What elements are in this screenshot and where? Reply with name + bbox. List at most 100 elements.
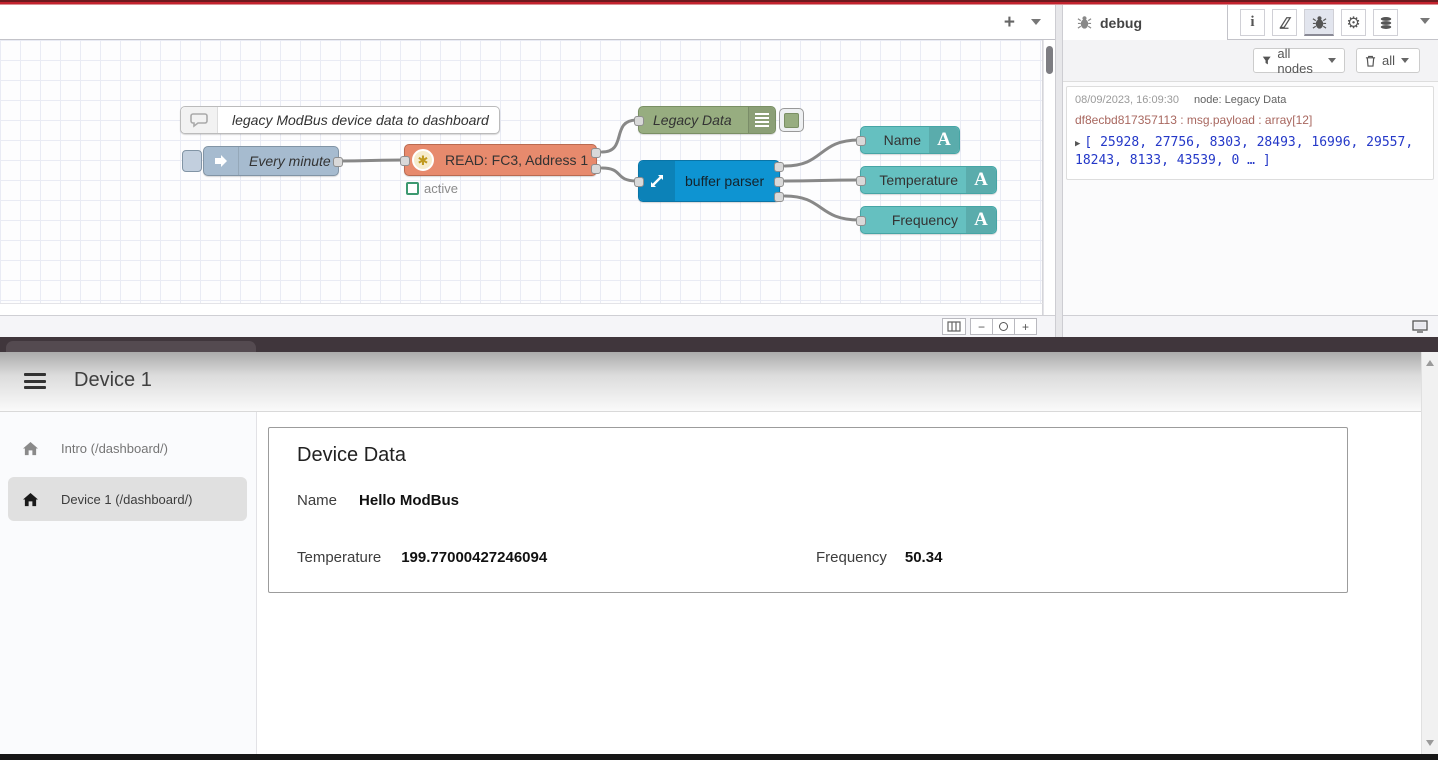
tab-debug[interactable]: debug <box>1063 5 1228 40</box>
buffer-input-port[interactable] <box>634 177 644 187</box>
ui-input-port[interactable] <box>856 176 866 186</box>
buffer-output-port-2[interactable] <box>774 177 784 187</box>
ui-text-node-temperature[interactable]: Temperature A <box>860 166 997 194</box>
scroll-down-arrow[interactable] <box>1426 740 1434 746</box>
modbus-output-port-2[interactable] <box>591 164 601 174</box>
wire[interactable] <box>602 120 637 152</box>
ui-input-port[interactable] <box>856 136 866 146</box>
add-flow-button[interactable]: + <box>1004 13 1015 32</box>
flow-canvas[interactable]: legacy ModBus device data to dashboard E… <box>0 40 1043 303</box>
flow-tab-bar: + <box>0 5 1055 40</box>
wire[interactable] <box>785 140 859 166</box>
bottom-bar <box>0 754 1438 760</box>
home-icon <box>22 441 39 456</box>
minimap-button[interactable] <box>942 318 966 335</box>
tab-debug-label: debug <box>1100 15 1142 31</box>
bug-icon <box>1077 15 1092 30</box>
inject-button[interactable] <box>182 150 202 172</box>
dashboard-main: Device Data NameHello ModBus Temperature… <box>257 412 1421 754</box>
dashboard-nav: Intro (/dashboard/) Device 1 (/dashboard… <box>0 412 257 754</box>
filter-nodes-button[interactable]: all nodes <box>1253 48 1345 73</box>
help-tab-button[interactable] <box>1272 9 1297 36</box>
ui-input-port[interactable] <box>856 216 866 226</box>
comment-bubble-icon <box>181 107 218 133</box>
zoom-reset-button[interactable] <box>992 318 1015 335</box>
buffer-output-port-3[interactable] <box>774 192 784 202</box>
context-tab-button[interactable] <box>1373 9 1398 36</box>
wire[interactable] <box>785 196 859 220</box>
chevron-down-icon <box>1328 58 1336 63</box>
scroll-up-arrow[interactable] <box>1426 360 1434 366</box>
debug-tab-button[interactable] <box>1304 9 1334 36</box>
dashboard-scrollbar[interactable] <box>1421 352 1438 754</box>
buffer-parser-node[interactable]: buffer parser <box>638 160 780 202</box>
modbus-input-port[interactable] <box>400 156 410 166</box>
canvas-horizontal-scrollbar[interactable] <box>0 303 1043 315</box>
comment-node[interactable]: legacy ModBus device data to dashboard <box>180 106 500 134</box>
message-path: df8ecbd817357113 : msg.payload : array[1… <box>1075 113 1425 127</box>
debug-message-list: 08/09/2023, 16:09:30 node: Legacy Data d… <box>1063 82 1438 320</box>
debug-node-legacy-data[interactable]: Legacy Data <box>638 106 776 134</box>
ui-text-node-name[interactable]: Name A <box>860 126 960 154</box>
wire[interactable] <box>602 168 637 181</box>
debug-input-port[interactable] <box>634 116 644 126</box>
config-tab-button[interactable]: ⚙ <box>1341 9 1366 36</box>
nav-item-label: Device 1 (/dashboard/) <box>61 492 193 507</box>
expand-arrows-icon <box>639 161 675 201</box>
debug-footer <box>1063 315 1438 337</box>
canvas-vertical-scrollbar[interactable] <box>1043 40 1055 315</box>
dashboard-header: Device 1 <box>0 352 1438 412</box>
home-icon <box>22 492 39 507</box>
info-tab-button[interactable]: i <box>1240 9 1265 36</box>
device-data-card: Device Data NameHello ModBus Temperature… <box>268 427 1348 593</box>
filter-label: all nodes <box>1277 46 1322 76</box>
nav-item-device-1[interactable]: Device 1 (/dashboard/) <box>8 477 247 521</box>
inject-output-port[interactable] <box>333 157 343 167</box>
status-dot-icon <box>406 182 419 195</box>
debug-lines-icon <box>748 107 775 133</box>
ui-node-label: Name <box>861 132 921 148</box>
dashboard-title: Device 1 <box>74 369 152 392</box>
wire[interactable] <box>339 160 404 161</box>
modbus-read-node[interactable]: ✱ READ: FC3, Address 1 <box>404 144 597 176</box>
zoom-in-button[interactable]: + <box>1014 318 1037 335</box>
chevron-down-icon <box>1401 58 1409 63</box>
window-divider-band <box>0 337 1438 352</box>
buffer-output-port-1[interactable] <box>774 162 784 172</box>
debug-toggle-button[interactable] <box>779 108 804 132</box>
status-text: active <box>424 181 458 196</box>
panel-divider[interactable] <box>1055 5 1063 337</box>
modbus-output-port-1[interactable] <box>591 148 601 158</box>
inject-label: Every minute <box>249 153 331 169</box>
inject-arrow-icon <box>204 147 239 175</box>
debug-node-label: Legacy Data <box>653 112 748 128</box>
ui-text-node-frequency[interactable]: Frequency A <box>860 206 997 234</box>
expand-payload-toggle[interactable]: ▶ <box>1075 139 1080 149</box>
zoom-out-button[interactable]: − <box>970 318 993 335</box>
sidebar-menu-chevron-icon[interactable] <box>1420 18 1430 24</box>
buffer-parser-label: buffer parser <box>685 173 764 189</box>
wire[interactable] <box>785 180 859 181</box>
clear-label: all <box>1382 53 1395 68</box>
bug-icon <box>1312 15 1327 30</box>
message-node-name: node: Legacy Data <box>1194 94 1286 106</box>
text-a-icon: A <box>929 127 959 153</box>
gear-icon: ⚙ <box>1346 13 1360 33</box>
nav-item-intro[interactable]: Intro (/dashboard/) <box>8 426 247 470</box>
field-value: Hello ModBus <box>359 492 459 509</box>
flow-list-chevron-icon[interactable] <box>1031 19 1041 25</box>
menu-hamburger-icon[interactable] <box>24 373 46 389</box>
debug-toolbar: all nodes all <box>1063 40 1438 82</box>
text-a-icon: A <box>966 207 996 233</box>
clear-messages-button[interactable]: all <box>1356 48 1420 73</box>
scrollbar-thumb[interactable] <box>1046 46 1053 74</box>
inject-node[interactable]: Every minute <box>203 146 339 176</box>
open-window-icon[interactable] <box>1412 320 1428 333</box>
field-label: Frequency <box>816 549 887 566</box>
debug-sidebar: debug i ⚙ <box>1063 5 1438 337</box>
sidebar-header: debug i ⚙ <box>1063 5 1438 40</box>
debug-message[interactable]: 08/09/2023, 16:09:30 node: Legacy Data d… <box>1066 86 1434 180</box>
payload-array: [ 25928, 27756, 8303, 28493, 16996, 2955… <box>1075 135 1413 168</box>
app-screen: + legacy ModBus device data to dashboard <box>0 0 1438 760</box>
ui-node-label: Temperature <box>861 172 958 188</box>
